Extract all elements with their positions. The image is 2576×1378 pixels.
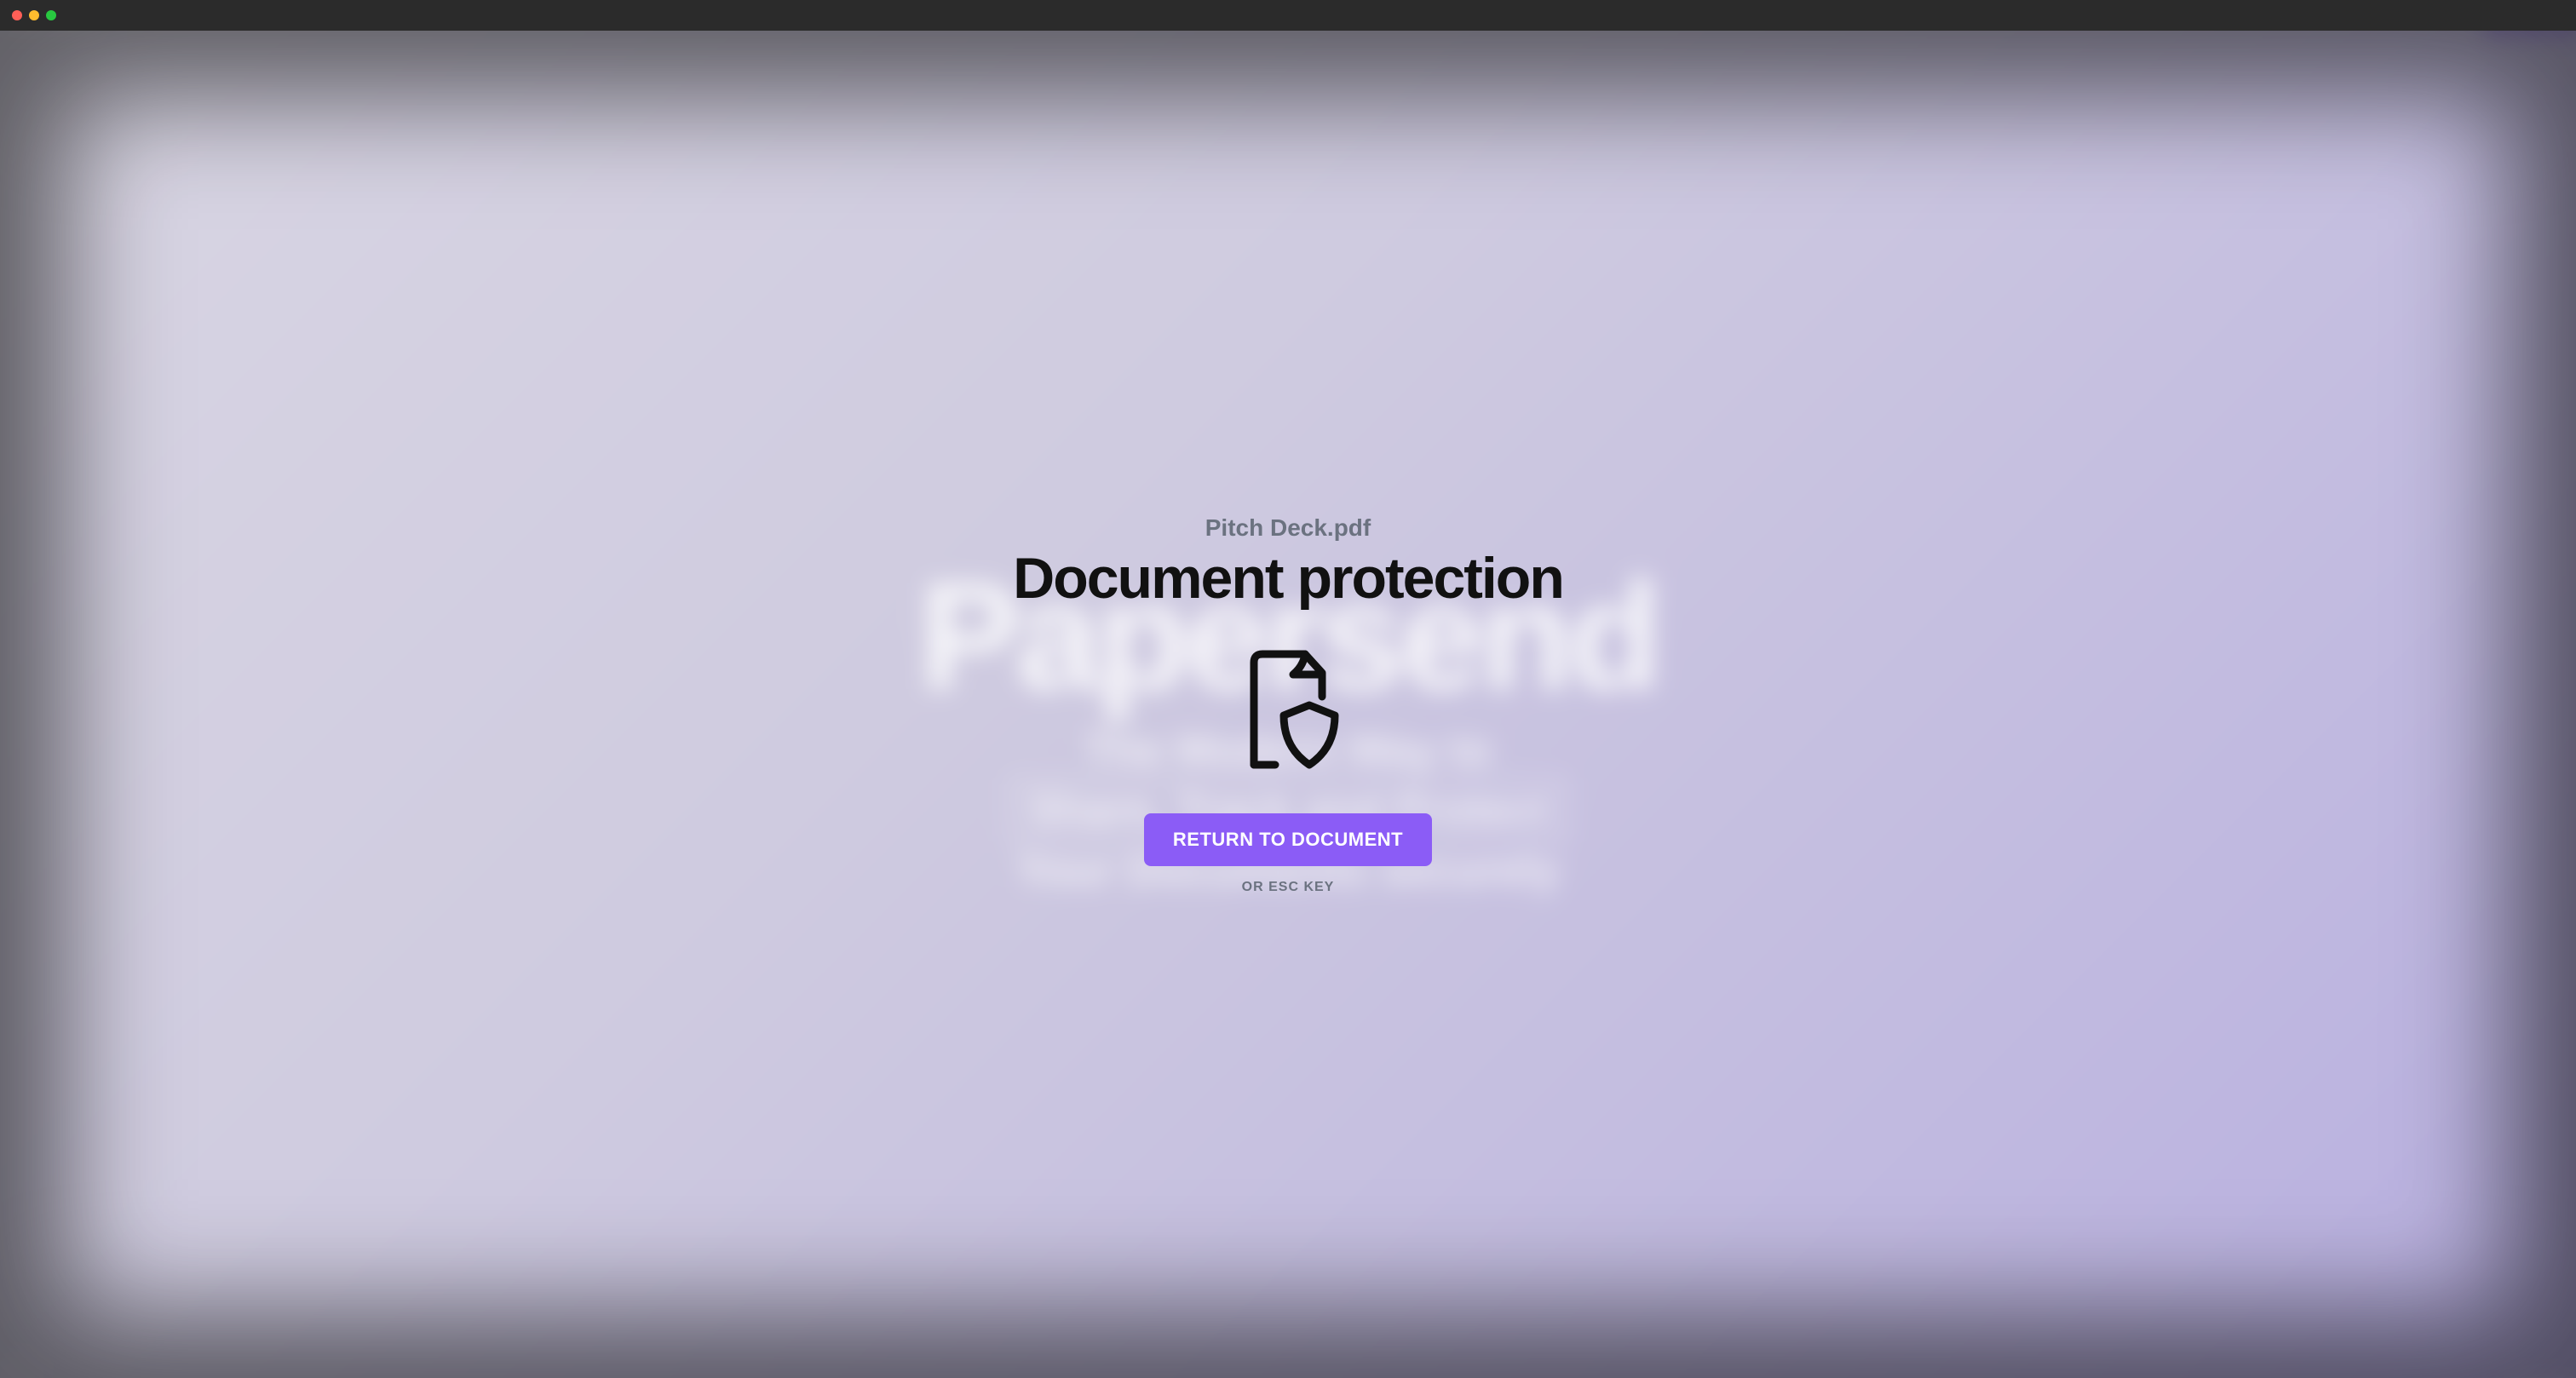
viewport: Papersend Papersend The Modern Way to Sh… xyxy=(0,31,2576,1378)
window-titlebar xyxy=(0,0,2576,31)
document-name: Pitch Deck.pdf xyxy=(1205,514,1371,542)
return-to-document-button[interactable]: RETURN TO DOCUMENT xyxy=(1144,813,1432,866)
window-zoom-button[interactable] xyxy=(46,10,56,20)
document-shield-icon xyxy=(1228,646,1348,778)
app-window: Papersend Papersend The Modern Way to Sh… xyxy=(0,0,2576,1378)
overlay-title: Document protection xyxy=(1013,545,1563,611)
window-close-button[interactable] xyxy=(12,10,22,20)
protection-overlay: Pitch Deck.pdf Document protection RETUR… xyxy=(0,31,2576,1378)
window-minimize-button[interactable] xyxy=(29,10,39,20)
esc-hint: OR ESC KEY xyxy=(1242,880,1335,895)
